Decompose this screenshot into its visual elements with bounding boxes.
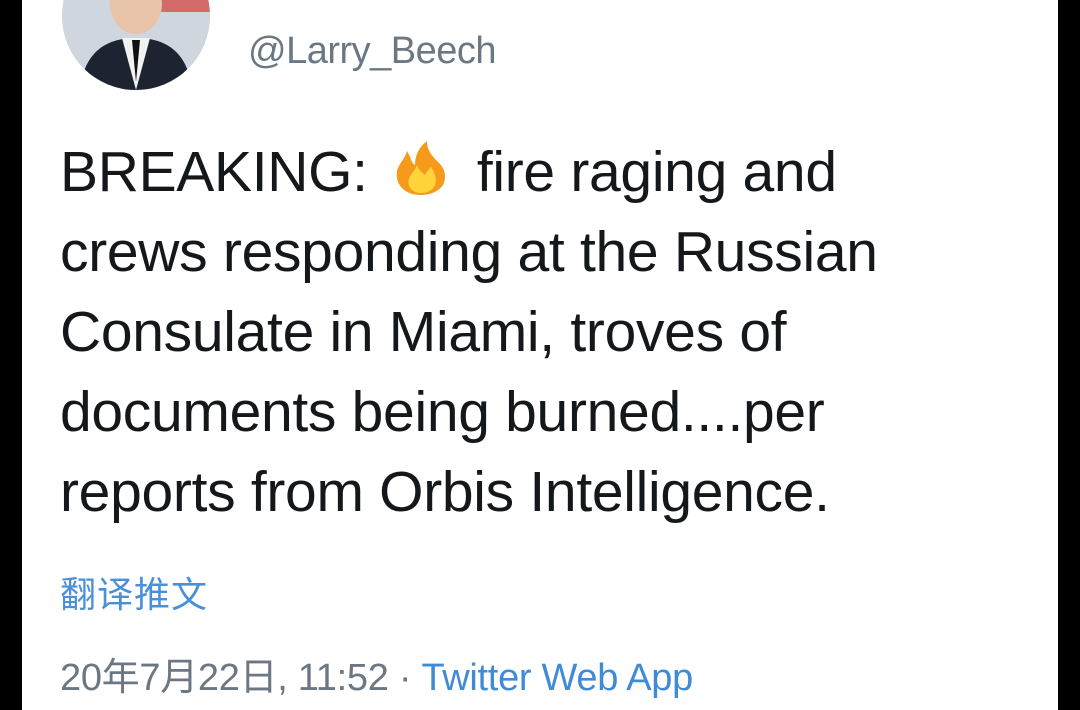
tweet-card: @Larry_Beech BREAKING: fire raging and cr… bbox=[22, 0, 1058, 710]
tweet-source-link[interactable]: Twitter Web App bbox=[421, 657, 693, 699]
fire-icon bbox=[387, 138, 455, 196]
tweet-line-4: documents being burned....per bbox=[60, 380, 825, 444]
tweet-line-3: Consulate in Miami, troves of bbox=[60, 300, 787, 364]
tweet-line-1-rest: fire raging and bbox=[476, 140, 837, 204]
avatar-image bbox=[62, 0, 210, 90]
tweet-line-5: reports from Orbis Intelligence. bbox=[60, 460, 830, 524]
screenshot-frame: @Larry_Beech BREAKING: fire raging and cr… bbox=[0, 0, 1080, 710]
avatar[interactable] bbox=[62, 0, 210, 90]
tweet-line-2: crews responding at the Russian bbox=[60, 220, 878, 284]
translate-tweet-link[interactable]: 翻译推文 bbox=[60, 566, 208, 618]
tweet-text: BREAKING: fire raging and crews respondin… bbox=[60, 132, 1020, 532]
breaking-prefix: BREAKING: bbox=[60, 140, 368, 204]
meta-separator: · bbox=[398, 657, 412, 699]
tweet-timestamp[interactable]: 20年7月22日, 11:52 bbox=[60, 657, 389, 699]
user-handle[interactable]: @Larry_Beech bbox=[248, 30, 497, 73]
tweet-meta: 20年7月22日, 11:52 · Twitter Web App bbox=[60, 646, 693, 701]
